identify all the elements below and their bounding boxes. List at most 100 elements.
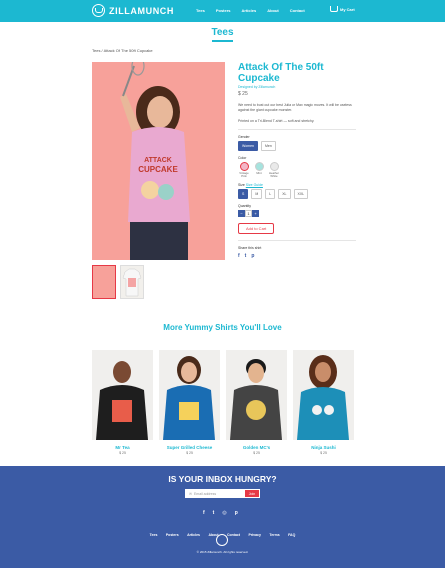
site-header: ZILLAMUNCH Tees Posters Articles About C… [0,0,445,22]
model-photo [96,361,148,440]
copyright: © 2015 Zillamunch. All rights reserved. [196,550,249,554]
product-print-note: Printed on a Tri-Blend T-shirt — soft an… [238,119,315,123]
quantity-increase-button[interactable]: + [252,210,259,217]
size-label-row: Size Size Guide [238,183,356,187]
page-title: Tees [211,27,234,38]
footer-link-posters[interactable]: Posters [166,533,179,537]
related-item[interactable]: Golden MC's $ 25 [226,350,287,455]
related-item[interactable]: Ninja Sushi $ 25 [293,350,354,455]
size-guide-link[interactable]: Size Guide [246,183,263,187]
related-item-price: $ 25 [119,451,126,455]
related-item-name: Golden MC's [242,445,271,450]
add-to-cart-button[interactable]: Add to Cart [238,223,275,234]
instagram-icon[interactable]: ◎ [222,510,226,516]
product-main-image[interactable]: ATTACK CUPCAKE [92,62,225,260]
nav-item-about[interactable]: About [267,8,279,13]
size-option-m[interactable]: M [251,189,263,199]
nav-item-posters[interactable]: Posters [216,8,231,13]
newsletter-form: ✉ Email address Join [185,489,260,498]
size-label: Size [238,183,245,187]
svg-text:CUPCAKE: CUPCAKE [138,165,178,174]
email-placeholder: Email address [193,491,217,496]
color-option-mint[interactable]: Mint [253,162,265,175]
facebook-icon[interactable]: f [238,253,240,259]
model-photo [230,359,282,440]
mail-icon: ✉ [189,491,192,496]
twitter-icon[interactable]: t [245,253,247,259]
related-item-image [226,350,287,440]
logo[interactable]: ZILLAMUNCH [92,4,174,17]
swatch-label: Vintage Pink [239,171,249,178]
related-item-price: $ 25 [186,451,193,455]
swatch-label: Heather White [269,171,279,178]
gender-label: Gender [238,135,250,139]
size-option-l[interactable]: L [265,189,276,199]
nav-item-tees[interactable]: Tees [196,8,205,13]
model-photo [297,355,349,440]
nav-item-articles[interactable]: Articles [242,8,257,13]
size-option-xxl[interactable]: XXL [293,189,309,199]
pinterest-icon[interactable]: p [235,510,238,516]
gender-option-men[interactable]: Men [261,141,276,151]
share-label: Share this shirt [238,246,262,250]
footer-logo-icon[interactable] [216,534,228,546]
logo-mark-icon [92,4,105,17]
related-shirts: Mr Tea $ 25 Super Grilled Cheese $ 25 Go… [92,350,354,455]
footer-link-tees[interactable]: Tees [150,533,158,537]
footer-link-privacy[interactable]: Privacy [248,533,260,537]
cart-link[interactable]: My Cart [330,6,355,12]
related-item-price: $ 25 [320,451,327,455]
cart-label: My Cart [340,6,355,12]
footer-link-contact[interactable]: Contact [227,533,240,537]
nav-item-contact[interactable]: Contact [290,8,305,13]
footer-link-articles[interactable]: Articles [187,533,200,537]
newsletter-title: IS YOUR INBOX HUNGRY? [168,474,277,484]
quantity-value[interactable]: 1 [245,210,252,217]
divider [238,129,356,130]
gender-options: Women Men [238,141,356,151]
thumbnail-model[interactable] [92,265,116,299]
footer-link-faq[interactable]: FAQ [288,533,295,537]
main-nav: Tees Posters Articles About Contact [196,8,316,13]
title-underline [212,40,233,42]
size-option-s[interactable]: S [238,189,249,199]
product-designer[interactable]: Designed by Zillamunch [238,85,356,89]
thumbnail-flat[interactable] [120,265,144,299]
site-footer: IS YOUR INBOX HUNGRY? ✉ Email address Jo… [0,466,445,568]
footer-link-terms[interactable]: Terms [269,533,279,537]
divider [238,240,356,241]
color-options: Vintage Pink Mint Heather White [238,162,356,178]
twitter-icon[interactable]: t [213,510,215,516]
product-details: Attack Of The 50ft Cupcake Designed by Z… [238,62,356,259]
model-photo: ATTACK CUPCAKE [92,62,225,260]
product-thumbnails [92,265,144,299]
quantity-label: Quantity [238,204,252,208]
subscribe-button[interactable]: Join [245,490,259,497]
size-options: S M L XL XXL [238,189,356,199]
share-icons: f t p [238,253,356,259]
product-title: Attack Of The 50ft Cupcake [238,62,324,84]
size-option-xl[interactable]: XL [278,189,291,199]
related-item[interactable]: Super Grilled Cheese $ 25 [159,350,220,455]
quantity-decrease-button[interactable]: − [238,210,245,217]
email-field[interactable]: ✉ Email address [186,490,245,497]
related-item-price: $ 25 [253,451,260,455]
related-item[interactable]: Mr Tea $ 25 [92,350,153,455]
related-item-name: Mr Tea [115,445,130,450]
gender-option-women[interactable]: Women [238,141,258,151]
color-option-white[interactable]: Heather White [268,162,280,178]
related-section-title: More Yummy Shirts You'll Love [163,323,282,332]
color-option-pink[interactable]: Vintage Pink [238,162,250,178]
pinterest-icon[interactable]: p [251,253,254,259]
facebook-icon[interactable]: f [203,510,205,516]
breadcrumb[interactable]: Tees / Attack Of The 50ft Cupcake [92,48,153,53]
logo-text: ZILLAMUNCH [109,5,174,16]
swatch-mint [254,162,264,171]
cart-icon [330,6,338,12]
related-item-name: Super Grilled Cheese [166,445,213,450]
related-item-name: Ninja Sushi [311,445,336,450]
footer-social: f t ◎ p [203,510,238,516]
color-label: Color [238,156,247,160]
related-item-image [293,350,354,440]
svg-text:ATTACK: ATTACK [144,157,172,164]
